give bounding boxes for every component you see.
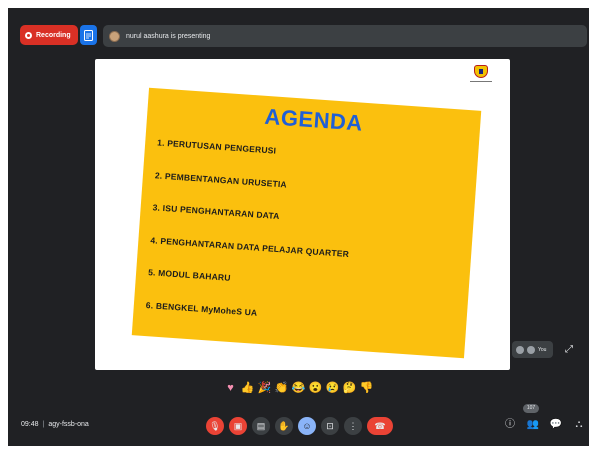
self-view-label: You	[538, 346, 547, 353]
document-icon	[84, 29, 93, 41]
captions-button[interactable]: ▤	[252, 417, 270, 435]
mic-off-icon	[516, 345, 524, 354]
clock-time: 09:48	[21, 421, 39, 428]
thinking-face-icon[interactable]: 🤔	[342, 381, 357, 396]
present-button[interactable]: ⊡	[321, 417, 339, 435]
agenda-list: 1. PERUTUSAN PENGERUSI 2. PEMBENTANGAN U…	[144, 136, 356, 344]
more-options-button[interactable]: ⋮	[344, 417, 362, 435]
record-icon	[25, 31, 32, 39]
crying-face-icon[interactable]: 😢	[325, 381, 340, 396]
emoji-icon: ☺	[302, 421, 312, 431]
thumbs-down-icon[interactable]: 👎	[359, 381, 374, 396]
reaction-bar: ♥ 👍 🎉 👏 😂 😮 😢 🤔 👎	[223, 378, 374, 398]
sparkling-heart-icon[interactable]: ♥	[223, 381, 238, 396]
recording-button[interactable]: Recording	[20, 25, 78, 45]
agenda-card: AGENDA 1. PERUTUSAN PENGERUSI 2. PEMBENT…	[131, 87, 482, 359]
expand-icon[interactable]: ⤢	[560, 341, 578, 358]
camera-toggle-button[interactable]: ▣	[229, 417, 247, 435]
meeting-info: 09:48 | agy-fssb-ona	[21, 421, 89, 428]
ministry-crest-logo	[470, 65, 492, 85]
party-popper-icon[interactable]: 🎉	[257, 381, 272, 396]
mic-off-icon: 🎙	[209, 420, 221, 431]
side-panel-controls: ⓘ 👥 💬 ⛬	[503, 417, 586, 433]
captions-icon: ▤	[256, 420, 266, 431]
leave-call-button[interactable]: ☎	[367, 417, 393, 435]
recording-label: Recording	[36, 31, 71, 39]
camera-off-icon: ▣	[233, 420, 243, 431]
shared-slide: AGENDA 1. PERUTUSAN PENGERUSI 2. PEMBENT…	[95, 59, 510, 370]
end-call-icon: ☎	[374, 420, 386, 431]
reactions-button[interactable]: ☺	[298, 417, 316, 435]
activities-icon[interactable]: ⛬	[572, 417, 586, 433]
surprised-face-icon[interactable]: 😮	[308, 381, 323, 396]
hand-icon: ✋	[278, 420, 290, 431]
info-icon[interactable]: ⓘ	[503, 417, 517, 433]
notes-button[interactable]	[80, 25, 97, 45]
present-icon: ⊡	[326, 420, 334, 431]
meeting-code: agy-fssb-ona	[48, 421, 89, 428]
chat-icon[interactable]: 💬	[549, 417, 563, 433]
camera-off-icon	[527, 345, 535, 354]
meet-window: Recording nurul aashura is presenting AG…	[8, 8, 589, 446]
thumbs-up-icon[interactable]: 👍	[240, 381, 255, 396]
mic-toggle-button[interactable]: 🎙	[206, 417, 224, 435]
call-controls: 🎙 ▣ ▤ ✋ ☺ ⊡ ⋮ ☎	[206, 417, 393, 435]
presenter-avatar	[109, 30, 120, 42]
presenting-text: nurul aashura is presenting	[126, 32, 211, 40]
separator: |	[42, 421, 45, 428]
people-icon[interactable]: 👥	[526, 417, 540, 433]
participant-count-badge: 107	[523, 404, 539, 413]
clapping-hands-icon[interactable]: 👏	[274, 381, 289, 396]
presenter-banner[interactable]: nurul aashura is presenting	[103, 25, 587, 47]
more-vert-icon: ⋮	[348, 420, 358, 431]
agenda-title: AGENDA	[263, 103, 364, 136]
raise-hand-button[interactable]: ✋	[275, 417, 293, 435]
self-view-chip[interactable]: You	[512, 341, 553, 358]
tears-of-joy-icon[interactable]: 😂	[291, 381, 306, 396]
